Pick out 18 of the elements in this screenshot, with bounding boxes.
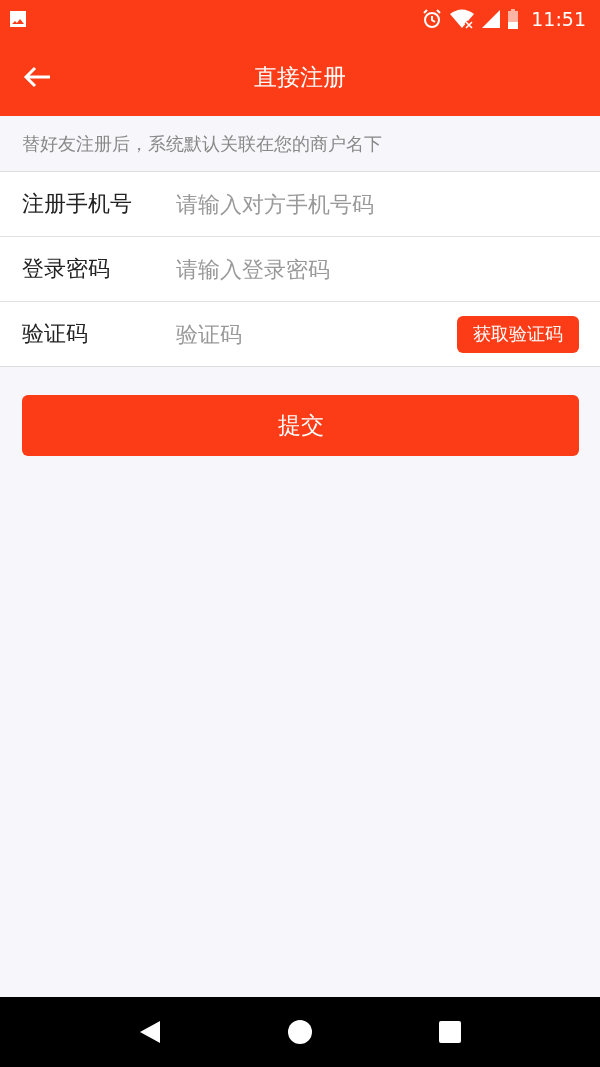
submit-button[interactable]: 提交 (22, 395, 579, 456)
back-arrow-icon[interactable] (22, 65, 52, 89)
field-label: 验证码 (22, 320, 89, 348)
input-field[interactable]: 请输入登录密码 (176, 256, 579, 282)
field-label: 注册手机号 (22, 190, 133, 218)
input-field[interactable]: 请输入对方手机号码 (176, 191, 579, 217)
page-title: 直接注册 (254, 62, 346, 92)
wifi-icon (449, 8, 476, 30)
back-icon[interactable] (138, 1020, 161, 1044)
status-time: 11:51 (531, 8, 586, 30)
input-field[interactable]: 验证码 (176, 321, 457, 347)
battery-icon (507, 8, 520, 30)
home-icon[interactable] (288, 1020, 312, 1044)
field-label: 登录密码 (22, 255, 111, 283)
recents-icon[interactable] (439, 1021, 462, 1043)
signal-icon (481, 9, 502, 29)
get-code-button[interactable]: 获取验证码 (457, 315, 579, 353)
image-icon (8, 9, 28, 29)
